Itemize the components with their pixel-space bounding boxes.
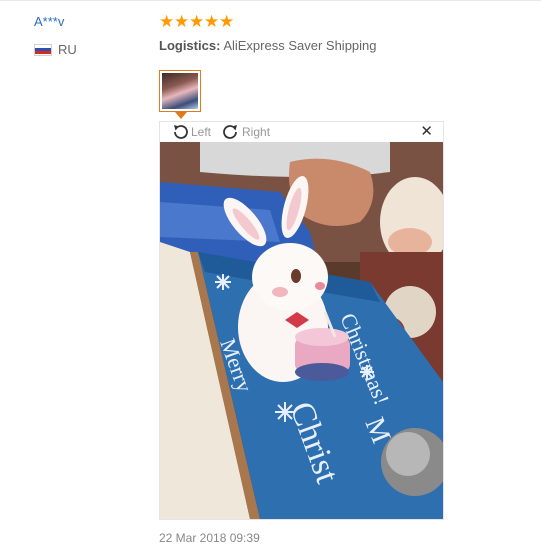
thumbnail-pointer xyxy=(175,112,187,119)
rotate-right-button[interactable]: Right xyxy=(221,123,270,141)
country-code: RU xyxy=(58,42,77,57)
logistics-value: AliExpress Saver Shipping xyxy=(223,38,377,53)
photo-image: Merry Christmas! Christ M xyxy=(160,142,443,519)
logistics-info: Logistics: AliExpress Saver Shipping xyxy=(159,38,377,53)
review-photo-thumbnail[interactable] xyxy=(159,70,201,112)
rotate-right-label: Right xyxy=(242,125,271,139)
review-date: 22 Mar 2018 09:39 xyxy=(159,531,260,545)
rotate-left-icon xyxy=(174,125,188,139)
star-icon: ★ xyxy=(219,12,235,31)
photo-viewer: Left Right ✕ Merry Christmas! Christ M xyxy=(159,121,444,520)
star-icon: ★ xyxy=(159,12,175,31)
star-icon: ★ xyxy=(204,12,220,31)
viewer-toolbar: Left Right ✕ xyxy=(160,122,443,142)
rotate-left-button[interactable]: Left xyxy=(170,123,211,141)
reviewer-name-link[interactable]: A***v xyxy=(34,14,64,29)
close-icon[interactable]: ✕ xyxy=(420,124,433,140)
star-icon: ★ xyxy=(189,12,205,31)
rotate-right-icon xyxy=(223,125,238,139)
country-info: RU xyxy=(34,42,77,57)
rotate-left-label: Left xyxy=(191,125,212,139)
review-photo: Merry Christmas! Christ M xyxy=(160,142,443,519)
divider xyxy=(0,0,541,1)
star-rating: ★ ★ ★ ★ ★ xyxy=(159,12,234,32)
star-icon: ★ xyxy=(174,12,190,31)
thumbnail-image xyxy=(162,73,198,109)
russia-flag-icon xyxy=(34,43,52,56)
logistics-label: Logistics: xyxy=(159,38,221,53)
